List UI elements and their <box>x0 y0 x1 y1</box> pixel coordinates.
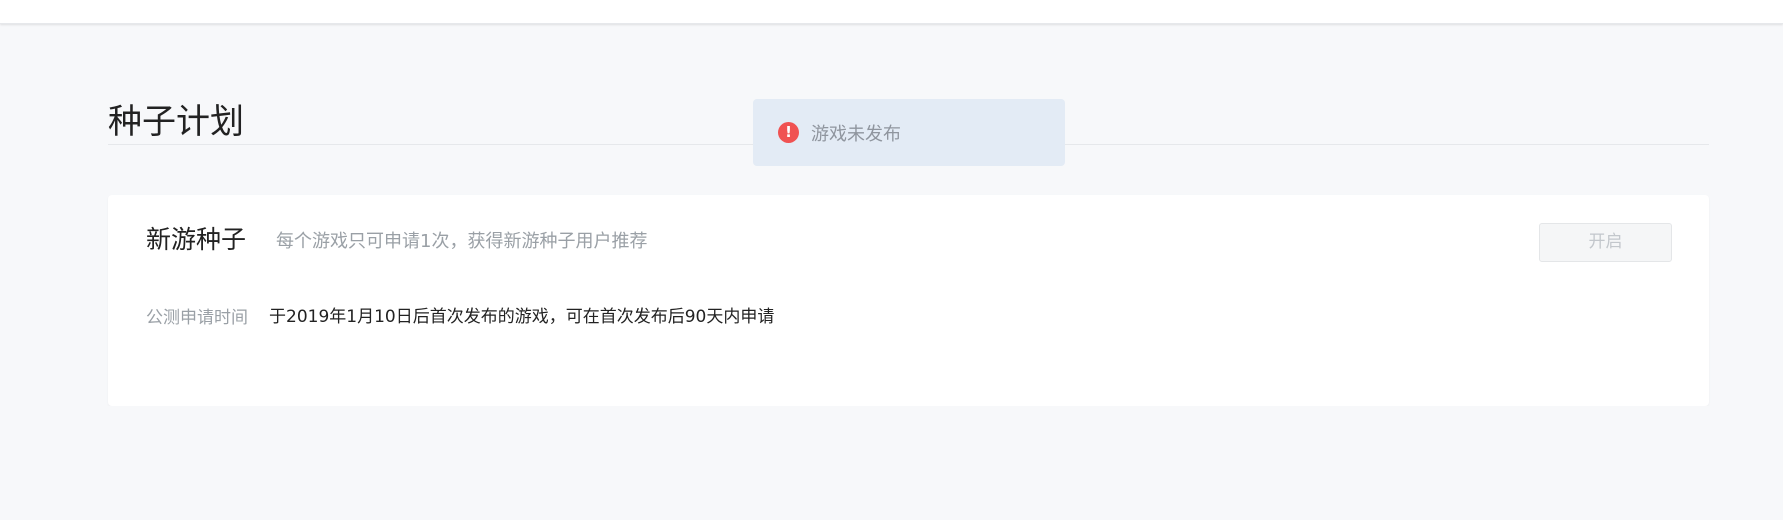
open-button[interactable]: 开启 <box>1539 223 1672 262</box>
toast-text: 游戏未发布 <box>811 123 901 145</box>
toast-message: ! 游戏未发布 <box>753 99 1065 166</box>
public-test-time-value: 于2019年1月10日后首次发布的游戏，可在首次发布后90天内申请 <box>269 307 775 327</box>
error-icon: ! <box>778 122 799 143</box>
content-area <box>108 406 1709 520</box>
card-subtitle: 每个游戏只可申请1次，获得新游种子用户推荐 <box>276 231 648 252</box>
seed-plan-card: 新游种子 每个游戏只可申请1次，获得新游种子用户推荐 开启 公测申请时间 于20… <box>108 195 1709 406</box>
card-title: 新游种子 <box>146 225 247 254</box>
page-title: 种子计划 <box>108 101 244 142</box>
public-test-time-label: 公测申请时间 <box>146 308 248 328</box>
top-navigation-bar <box>0 0 1783 24</box>
